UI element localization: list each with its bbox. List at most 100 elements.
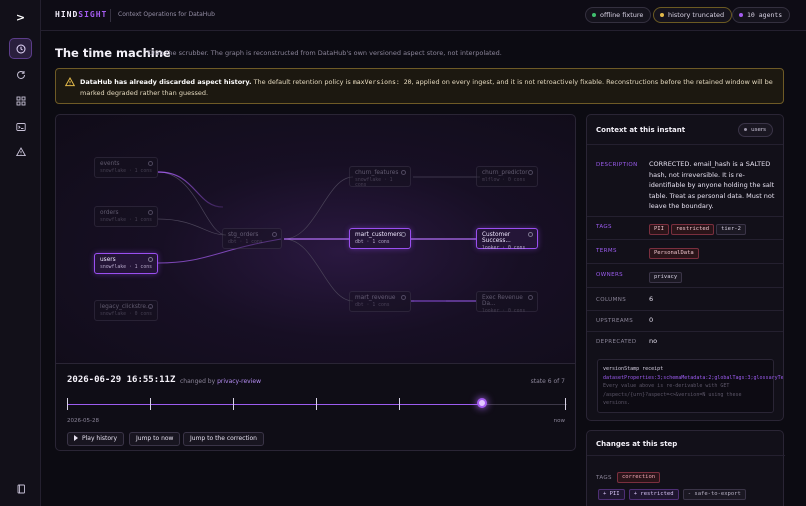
owners-list: privacy: [649, 271, 777, 283]
scrubber-tick[interactable]: [233, 398, 234, 410]
entity-badge[interactable]: users: [738, 123, 773, 137]
tag-chip[interactable]: PII: [649, 224, 669, 235]
changed-by-link[interactable]: privacy-review: [217, 378, 261, 385]
divider: [587, 239, 783, 240]
play-icon: [74, 434, 78, 441]
divider: [587, 455, 785, 456]
graph-node-stg-orders[interactable]: stg_orders dbt · 1 cons: [222, 228, 282, 249]
tag-chip[interactable]: restricted: [670, 224, 715, 235]
context-panel: Context at this instant users DESCRIPTIO…: [586, 114, 784, 421]
node-status-icon: [148, 210, 153, 215]
graph-node-churn-features[interactable]: churn_features snowflake · 1 cons: [349, 166, 411, 188]
changes-panel: Changes at this step TAGS correction + P…: [586, 430, 785, 506]
terminal-icon: [15, 122, 26, 131]
node-status-icon: [528, 295, 533, 300]
tags-label: TAGS: [596, 224, 612, 230]
nav-grid[interactable]: [9, 90, 32, 111]
node-status-icon: [272, 232, 277, 237]
graph-node-mart-revenue[interactable]: mart_revenue dbt · 1 cons: [349, 291, 411, 312]
play-history-button[interactable]: Play history: [67, 432, 125, 446]
columns-label: COLUMNS: [596, 297, 627, 303]
node-status-icon: [401, 232, 406, 237]
added-tag-chip: + PII: [598, 489, 625, 500]
columns-value: 6: [649, 295, 654, 303]
version-receipt: versionStamp receipt datasetProperties:3…: [597, 359, 783, 413]
graph-node-customer-success[interactable]: Customer Success... looker · 0 cons: [476, 228, 538, 251]
retention-alert: DataHub has already discarded aspect his…: [55, 68, 784, 104]
lineage-graph[interactable]: events snowflake · 1 cons orders snowflake…: [55, 114, 576, 363]
receipt-note: Every value above is re-derivable with G…: [603, 383, 742, 406]
changes-title: Changes at this step: [596, 440, 678, 448]
terms-list: PersonalData: [649, 247, 777, 259]
status-dot-icon: [660, 13, 664, 17]
grid-icon: [16, 96, 25, 105]
nav-docs[interactable]: [9, 478, 32, 499]
status-dot-icon: [739, 13, 743, 17]
divider: [587, 216, 783, 217]
page-subtitle: Drag the scrubber. The graph is reconstr…: [148, 49, 502, 57]
scrubber-tick[interactable]: [67, 398, 68, 410]
edge-orders-stg: [157, 218, 227, 236]
edge-stg-revenue: [283, 238, 354, 302]
graph-node-mart-customers[interactable]: mart_customers dbt · 1 cons: [349, 228, 411, 249]
changes-tags-label: TAGS: [596, 475, 612, 481]
jump-to-now-button[interactable]: Jump to now: [129, 432, 181, 446]
scrubber-tick[interactable]: [565, 398, 566, 410]
graph-node-orders[interactable]: orders snowflake · 1 cons: [94, 206, 158, 227]
warning-icon: [65, 77, 75, 87]
tag-chip[interactable]: tier-2: [716, 224, 746, 235]
nav-alerts[interactable]: [9, 141, 32, 162]
history-truncated-pill[interactable]: history truncated: [653, 7, 733, 23]
scrubber-track[interactable]: [67, 404, 567, 405]
state-indicator: state 6 of 7: [530, 378, 565, 385]
clock-icon: [16, 44, 25, 53]
brand-wordmark: HINDSIGHT: [55, 10, 108, 19]
divider: [587, 144, 783, 145]
jump-to-correction-button[interactable]: Jump to the correction: [183, 432, 264, 446]
edge-stg-churn: [283, 176, 354, 240]
node-status-icon: [401, 170, 406, 175]
nav-terminal[interactable]: [9, 116, 32, 137]
graph-node-legacy-clickstream[interactable]: legacy_clickstre... snowflake · 0 cons: [94, 300, 158, 321]
left-rail: >: [0, 0, 41, 506]
divider: [587, 287, 783, 288]
node-status-icon: [148, 257, 153, 262]
nav-sync[interactable]: [9, 64, 32, 85]
edge-events-churn: [157, 171, 224, 208]
divider: [587, 263, 783, 264]
app-subtitle: Context Operations for DataHub: [118, 11, 215, 18]
timeline-end-label: now: [553, 418, 565, 424]
scrubber-fill: [67, 404, 482, 405]
tags-list: PII restricted tier-2: [649, 223, 777, 235]
warning-icon: [15, 146, 26, 156]
node-status-icon: [148, 304, 153, 309]
scrubber-tick[interactable]: [150, 398, 151, 410]
term-chip[interactable]: PersonalData: [649, 248, 699, 259]
book-icon: [17, 484, 25, 493]
scrubber-tick[interactable]: [316, 398, 317, 410]
alert-text: DataHub has already discarded aspect his…: [80, 78, 773, 97]
description-value: CORRECTED. email_hash is a SALTED hash, …: [649, 160, 775, 210]
scrubber-handle[interactable]: [477, 398, 487, 408]
node-status-icon: [528, 232, 533, 237]
terms-label: TERMS: [596, 248, 617, 254]
graph-node-churn-predictor[interactable]: churn_predictor mlflow · 0 cons: [476, 166, 538, 187]
timeline-start-label: 2026-05-28: [67, 418, 99, 424]
current-timestamp: 2026-06-29 16:55:11Z: [67, 375, 176, 385]
graph-node-events[interactable]: events snowflake · 1 cons: [94, 157, 158, 178]
divider: [587, 310, 783, 311]
top-bar: HINDSIGHT Context Operations for DataHub…: [41, 0, 806, 31]
owner-chip[interactable]: privacy: [649, 272, 683, 283]
description-label: DESCRIPTION: [596, 162, 638, 168]
graph-node-users[interactable]: users snowflake · 1 cons: [94, 253, 158, 274]
refresh-icon: [16, 70, 25, 79]
scrubber-tick[interactable]: [399, 398, 400, 410]
offline-fixture-pill[interactable]: offline fixture: [585, 7, 652, 23]
changed-by: changed by privacy-review: [180, 378, 261, 385]
nav-time-machine[interactable]: [9, 38, 32, 59]
agents-pill[interactable]: 10 agents: [732, 7, 791, 23]
timeline-panel: 2026-06-29 16:55:11Z changed by privacy-…: [55, 363, 576, 451]
graph-node-exec-revenue[interactable]: Exec Revenue Da... looker · 0 cons: [476, 291, 538, 314]
entity-dot-icon: [744, 128, 748, 131]
upstreams-label: UPSTREAMS: [596, 318, 634, 324]
